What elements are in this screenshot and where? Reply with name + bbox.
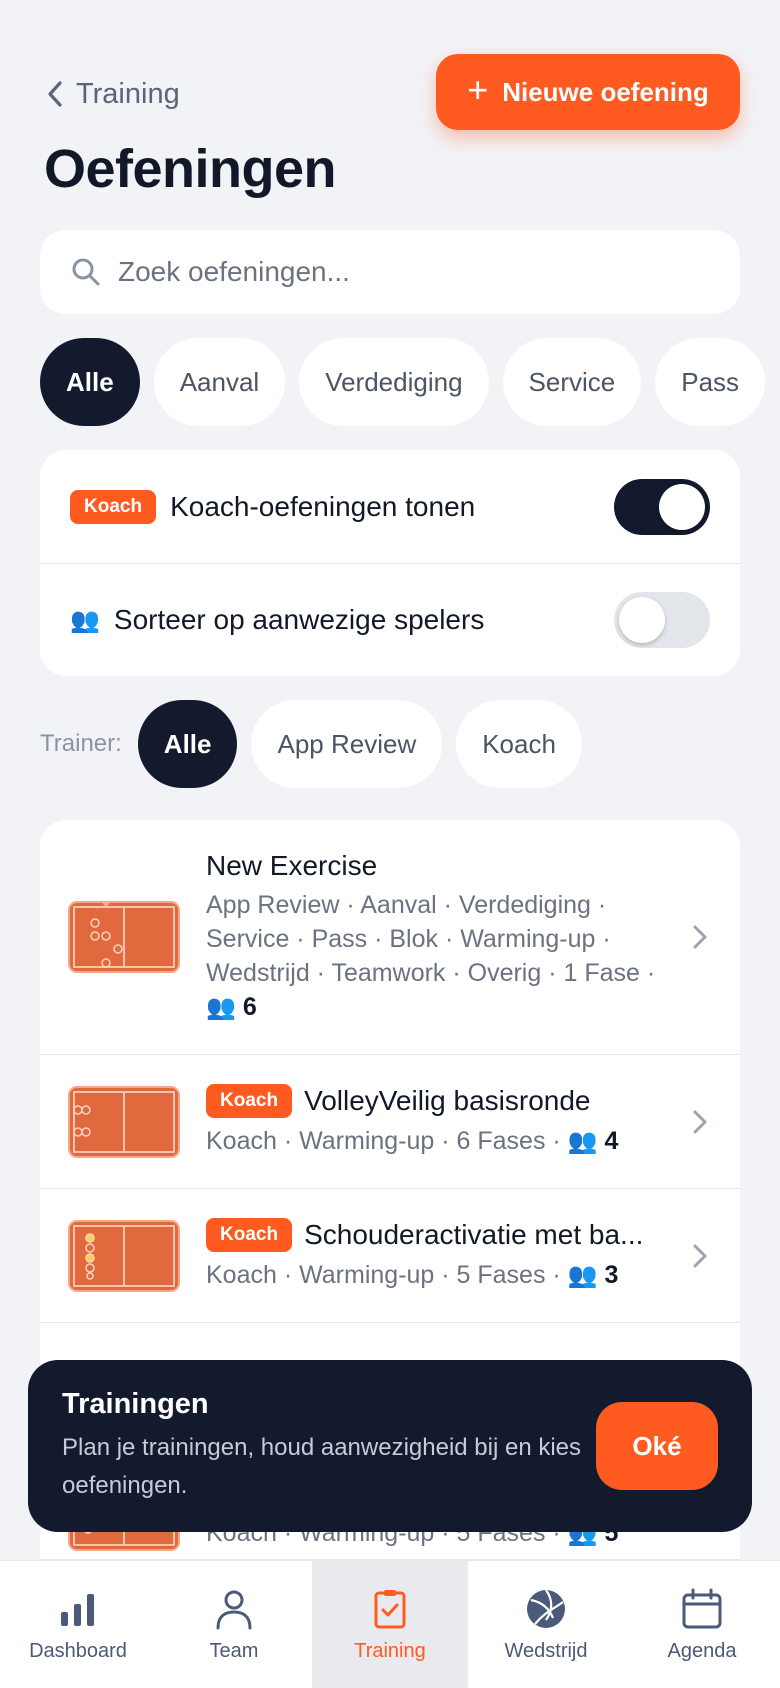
trainer-chip-app-review[interactable]: App Review [251, 700, 443, 788]
switch-knob [659, 483, 705, 530]
exercise-player-count: 3 [604, 1261, 619, 1289]
category-chip-verdediging[interactable]: Verdediging [299, 338, 489, 426]
players-icon: 👥 [567, 1128, 598, 1155]
trainer-label: Trainer: [40, 730, 122, 757]
players-icon: 👥 [70, 606, 100, 634]
toggle-card: Koach Koach-oefeningen tonen 👥 Sorteer o… [40, 450, 740, 676]
chevron-right-icon [693, 1244, 707, 1267]
calendar-icon [682, 1588, 722, 1629]
trainer-filter: Trainer: Alle App Review Koach [40, 700, 582, 788]
koach-badge: Koach [206, 1084, 293, 1118]
exercise-meta: Koach · Warming-up · 6 Fases · [206, 1127, 561, 1155]
chevron-right-icon [693, 925, 707, 949]
exercise-title: Schouderactivatie met ba... [304, 1219, 644, 1250]
tab-label: Wedstrijd [504, 1640, 588, 1662]
new-exercise-button[interactable]: + Nieuwe oefening [436, 54, 740, 130]
exercise-player-count: 4 [604, 1127, 619, 1155]
search-icon [72, 258, 100, 286]
category-chip-alle[interactable]: Alle [40, 338, 140, 426]
category-chip-pass[interactable]: Pass [655, 338, 766, 426]
page-title: Oefeningen [44, 139, 337, 199]
players-icon: 👥 [206, 993, 236, 1021]
toast-title: Trainingen [62, 1387, 209, 1420]
trainer-chip-alle[interactable]: Alle [137, 700, 238, 788]
chevron-left-icon [48, 81, 62, 107]
bar-chart-icon [61, 1594, 94, 1626]
switch-knob [619, 597, 665, 643]
back-link[interactable]: Training [44, 72, 180, 116]
trainer-chip-koach[interactable]: Koach [456, 700, 582, 788]
koach-toggle-label: Koach-oefeningen tonen [170, 490, 476, 522]
onboarding-toast: Trainingen Plan je trainingen, houd aanw… [28, 1360, 752, 1532]
toast-body: Plan je trainingen, houd aanwezigheid bi… [62, 1433, 582, 1499]
exercise-title: VolleyVeilig basisronde [304, 1085, 591, 1116]
person-icon [216, 1590, 252, 1630]
category-chip-service[interactable]: Service [502, 338, 642, 426]
koach-badge: Koach [70, 489, 157, 524]
exercise-row[interactable]: Koach Schouderactivatie met ba... Koach ·… [40, 1189, 740, 1323]
plus-icon: + [467, 69, 489, 110]
tab-label: Team [209, 1640, 259, 1662]
search-bar[interactable] [40, 230, 740, 314]
search-input[interactable] [118, 256, 740, 288]
koach-toggle-switch[interactable] [614, 478, 710, 535]
new-exercise-label: Nieuwe oefening [502, 76, 709, 107]
sort-toggle-switch[interactable] [614, 592, 710, 648]
tab-bar: Dashboard Team Training Wedstrijd Agenda [0, 1560, 780, 1688]
tab-agenda[interactable]: Agenda [624, 1561, 780, 1688]
exercise-meta: App Review · Aanval · Verdediging · Serv… [206, 890, 656, 987]
koach-toggle-row: Koach Koach-oefeningen tonen [40, 450, 740, 563]
sort-toggle-label: Sorteer op aanwezige spelers [113, 604, 485, 635]
court-thumbnail-icon [68, 1219, 180, 1292]
tab-label: Dashboard [29, 1640, 127, 1662]
chevron-right-icon [693, 1110, 707, 1133]
sort-toggle-row: 👥 Sorteer op aanwezige spelers [40, 563, 740, 676]
tab-team[interactable]: Team [156, 1561, 312, 1688]
koach-badge: Koach [206, 1218, 293, 1252]
exercise-player-count: 6 [242, 992, 257, 1021]
exercise-row[interactable]: New Exercise App Review · Aanval · Verde… [40, 820, 740, 1055]
category-filter: Alle Aanval Verdediging Service Pass [40, 338, 766, 426]
players-icon: 👥 [567, 1262, 598, 1289]
toast-ok-button[interactable]: Oké [596, 1402, 718, 1490]
court-thumbnail-icon [68, 901, 180, 973]
court-thumbnail-icon [68, 1085, 180, 1158]
exercise-row[interactable]: Koach VolleyVeilig basisronde Koach · War… [40, 1055, 740, 1189]
tab-training[interactable]: Training [312, 1561, 468, 1688]
exercise-title: New Exercise [206, 849, 378, 881]
tab-wedstrijd[interactable]: Wedstrijd [468, 1561, 624, 1688]
back-label: Training [76, 77, 180, 110]
tab-label: Agenda [667, 1640, 737, 1662]
clipboard-check-icon [374, 1590, 406, 1629]
exercise-meta: Koach · Warming-up · 5 Fases · [206, 1261, 561, 1289]
tab-dashboard[interactable]: Dashboard [0, 1561, 156, 1688]
tab-label: Training [354, 1640, 426, 1662]
volleyball-icon [527, 1589, 565, 1628]
category-chip-aanval[interactable]: Aanval [153, 338, 286, 426]
